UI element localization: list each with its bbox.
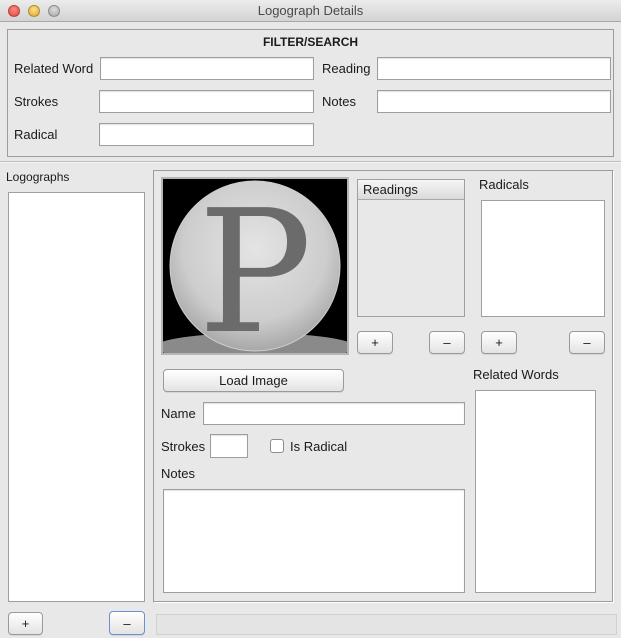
related-word-label: Related Word — [14, 61, 94, 76]
status-bar — [156, 614, 617, 635]
logograph-image-letter: P — [198, 179, 312, 353]
add-reading-button[interactable]: + — [357, 331, 393, 354]
load-image-button[interactable]: Load Image — [163, 369, 344, 392]
radicals-list[interactable] — [481, 200, 605, 317]
is-radical-checkbox[interactable] — [270, 439, 284, 453]
radicals-label: Radicals — [479, 177, 529, 192]
logograph-image-graphic: P — [163, 179, 347, 353]
notes-label: Notes — [161, 466, 195, 481]
reading-label: Reading — [322, 61, 371, 76]
radical-filter-label: Radical — [14, 127, 58, 142]
strokes-label: Strokes — [161, 439, 206, 454]
filter-search-title: FILTER/SEARCH — [262, 35, 359, 49]
is-radical-label[interactable]: Is Radical — [290, 439, 347, 454]
readings-header[interactable]: Readings — [358, 180, 464, 200]
notes-filter-field[interactable] — [377, 90, 611, 113]
related-words-label: Related Words — [473, 367, 559, 382]
remove-logograph-button[interactable]: – — [109, 611, 145, 635]
name-field[interactable] — [203, 402, 465, 425]
strokes-filter-label: Strokes — [14, 94, 59, 109]
radical-filter-field[interactable] — [99, 123, 314, 146]
notes-filter-label: Notes — [322, 94, 356, 109]
name-label: Name — [161, 406, 196, 421]
logographs-list[interactable] — [8, 192, 145, 602]
window-title: Logograph Details — [257, 3, 364, 18]
add-radical-button[interactable]: + — [481, 331, 517, 354]
strokes-filter-field[interactable] — [99, 90, 314, 113]
strokes-field[interactable] — [210, 434, 248, 458]
logographs-label: Logographs — [6, 170, 70, 184]
remove-radical-button[interactable]: – — [569, 331, 605, 354]
related-words-list[interactable] — [475, 390, 596, 593]
add-logograph-button[interactable]: + — [8, 612, 43, 635]
remove-reading-button[interactable]: – — [429, 331, 465, 354]
reading-field[interactable] — [377, 57, 611, 80]
logograph-image: P — [161, 177, 349, 355]
split-pane-divider[interactable] — [0, 161, 621, 163]
readings-list[interactable]: Readings — [357, 179, 465, 317]
title-bar: Logograph Details — [0, 0, 621, 22]
notes-textarea[interactable] — [163, 489, 465, 593]
related-word-field[interactable] — [100, 57, 314, 80]
